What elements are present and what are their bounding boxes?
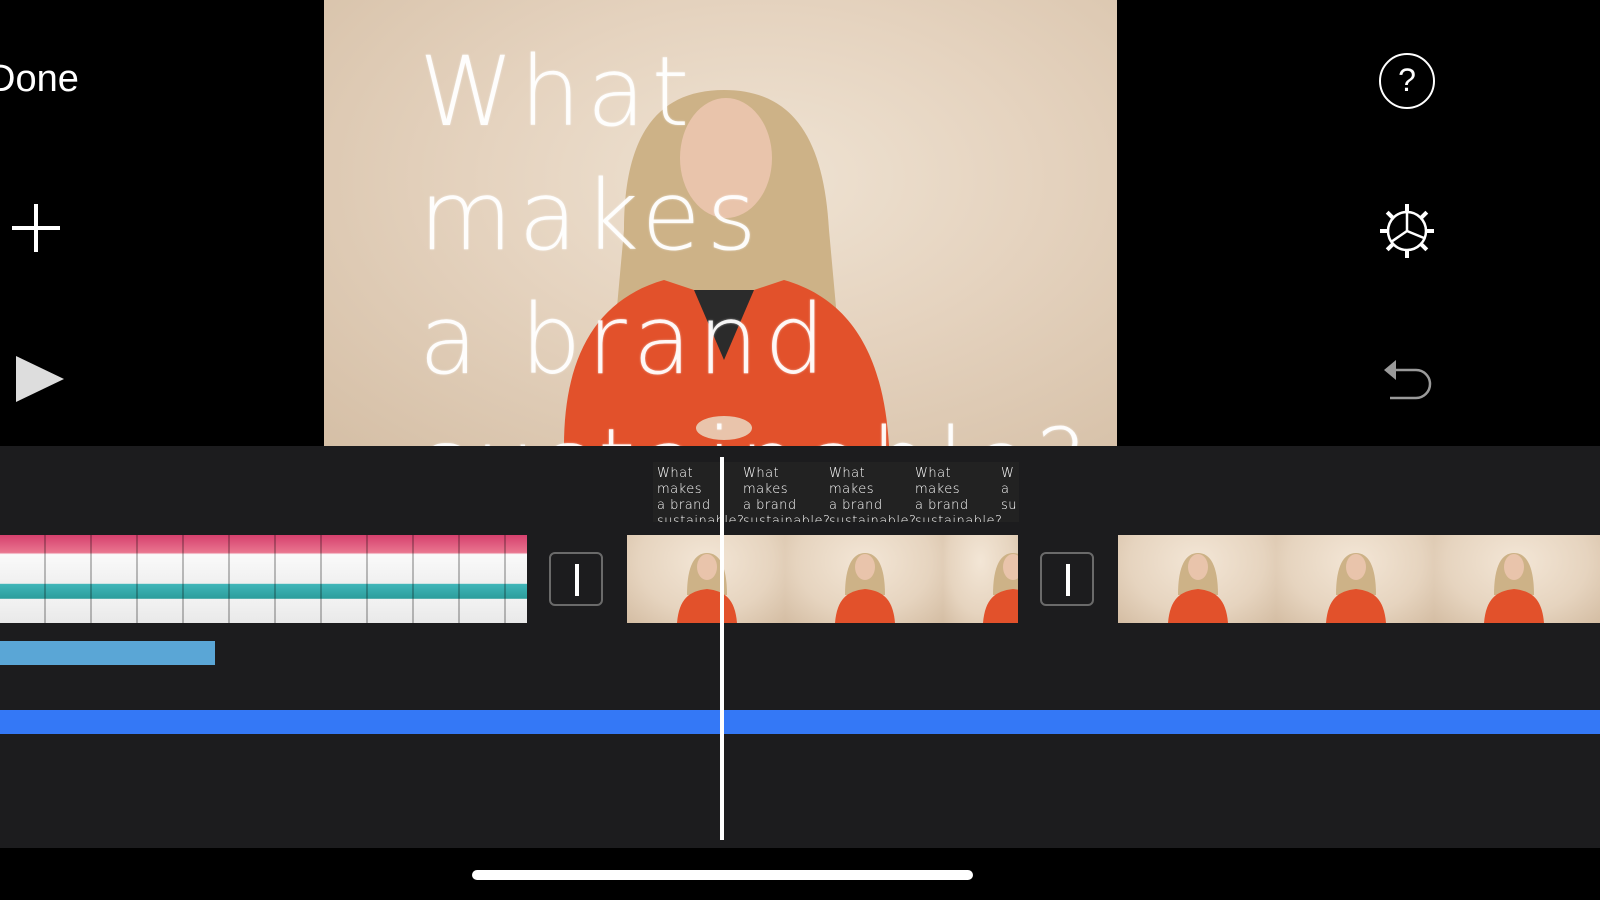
transition-icon xyxy=(575,564,579,596)
title-thumbnail: What makes a brand sustainable? xyxy=(829,466,917,522)
clip-thumbnail xyxy=(1434,535,1600,623)
gear-icon xyxy=(1380,204,1434,258)
audio-clip-voiceover[interactable] xyxy=(0,641,215,665)
undo-icon xyxy=(1384,360,1432,400)
video-viewer[interactable]: What makes a brand sustainable? xyxy=(324,0,1117,446)
playhead[interactable] xyxy=(720,457,724,840)
title-overlay-clip[interactable]: What makes a brand sustainable? What mak… xyxy=(653,462,1019,522)
audio-clip-background-music[interactable] xyxy=(0,710,1600,734)
title-thumbnail: What makes a brand sustainable? xyxy=(743,466,831,522)
video-clip-interview-1[interactable] xyxy=(627,535,1018,623)
home-indicator[interactable] xyxy=(472,870,973,880)
video-clip-screen-recording[interactable] xyxy=(0,535,527,623)
thumbnail-image xyxy=(835,553,895,623)
plus-icon xyxy=(12,204,60,252)
title-thumbnail: What makes a brand sustainable? xyxy=(657,466,745,522)
video-clip-interview-2[interactable] xyxy=(1118,535,1600,623)
play-button[interactable] xyxy=(12,352,66,406)
clip-thumbnail xyxy=(785,535,943,623)
project-settings-button[interactable] xyxy=(1378,202,1436,260)
thumbnail-image xyxy=(983,553,1018,623)
clip-thumbnail xyxy=(627,535,785,623)
clip-thumbnail xyxy=(943,535,1018,623)
thumbnail-image xyxy=(677,553,737,623)
play-icon xyxy=(16,356,64,402)
clip-thumbnail xyxy=(1276,535,1434,623)
add-media-button[interactable] xyxy=(10,200,62,256)
thumbnail-image xyxy=(1326,553,1386,623)
transition-button[interactable] xyxy=(549,552,603,606)
transition-button[interactable] xyxy=(1040,552,1094,606)
title-overlay-text: What makes a brand sustainable? xyxy=(419,36,1086,446)
thumbnail-image xyxy=(1484,553,1544,623)
done-button[interactable]: Done xyxy=(0,58,79,101)
transition-icon xyxy=(1066,564,1070,596)
help-label: ? xyxy=(1398,62,1416,98)
top-area: Done ? What makes a brand xyxy=(0,0,1600,446)
thumbnail-image xyxy=(1168,553,1228,623)
title-thumbnail: W a su xyxy=(1001,466,1018,513)
title-thumbnail: What makes a brand sustainable? xyxy=(915,466,1003,522)
clip-thumbnail xyxy=(1118,535,1276,623)
help-button[interactable]: ? xyxy=(1378,52,1436,110)
undo-button[interactable] xyxy=(1378,350,1436,408)
